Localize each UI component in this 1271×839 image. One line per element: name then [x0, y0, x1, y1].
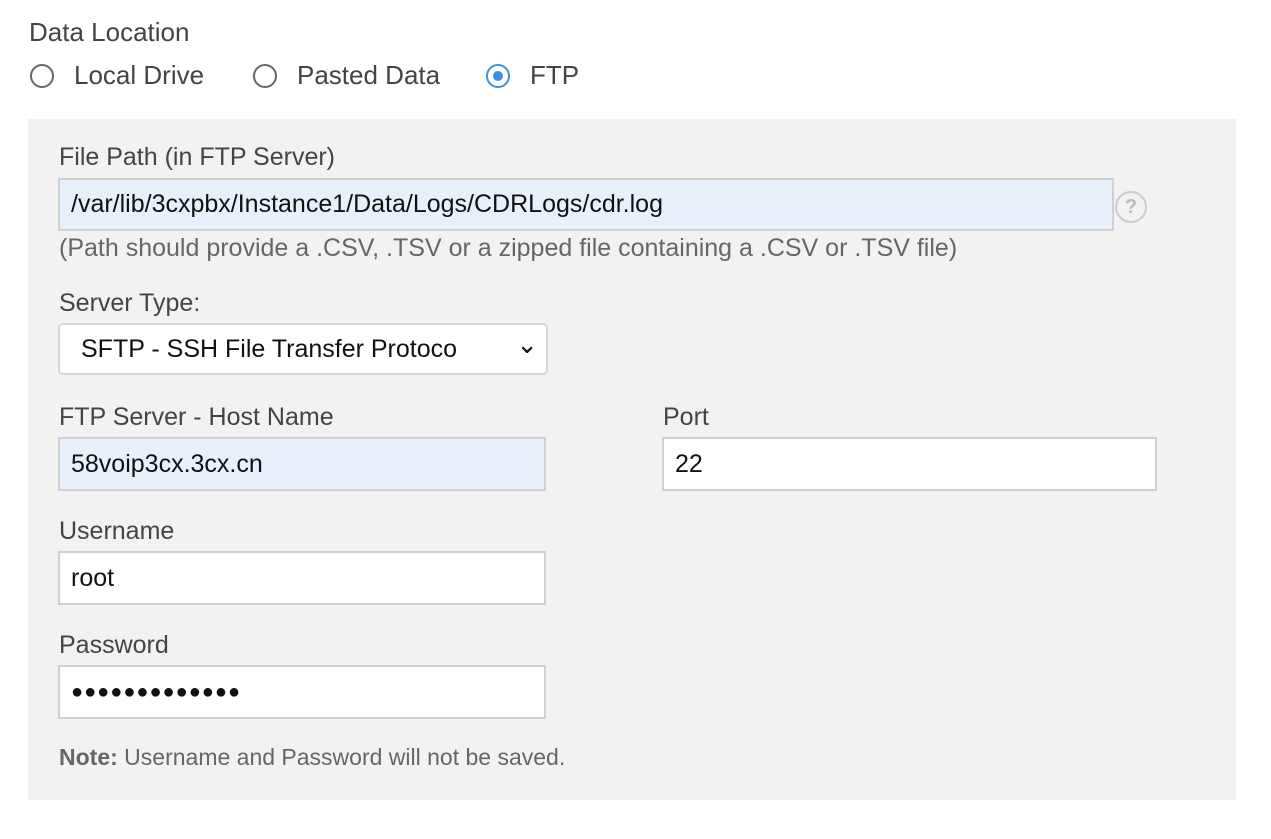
radio-label: Local Drive — [74, 60, 205, 90]
radio-ftp[interactable]: FTP — [486, 60, 579, 91]
password-label: Password — [59, 631, 169, 659]
port-label: Port — [663, 403, 709, 431]
server-type-label: Server Type: — [59, 289, 201, 317]
password-input[interactable]: ●●●●●●●●●●●●● — [58, 665, 546, 719]
port-input[interactable]: 22 — [662, 437, 1157, 491]
host-input[interactable]: 58voip3cx.3cx.cn — [58, 437, 546, 491]
server-type-select[interactable]: SFTP - SSH File Transfer Protoco ⌄ — [58, 323, 548, 375]
note-bold: Note: — [59, 744, 118, 770]
note: Note: Username and Password will not be … — [59, 744, 565, 771]
username-label: Username — [59, 517, 175, 545]
radio-icon[interactable] — [253, 63, 277, 88]
file-path-input[interactable]: /var/lib/3cxpbx/Instance1/Data/Logs/CDRL… — [58, 178, 1114, 231]
radio-selected-icon[interactable] — [486, 63, 510, 88]
radio-pasted-data[interactable]: Pasted Data — [253, 60, 440, 91]
host-label: FTP Server - Host Name — [59, 403, 334, 431]
file-path-hint: (Path should provide a .CSV, .TSV or a z… — [59, 234, 958, 262]
radio-local-drive[interactable]: Local Drive — [30, 60, 204, 91]
username-input[interactable]: root — [58, 551, 546, 605]
data-location-label: Data Location — [29, 17, 190, 47]
radio-icon[interactable] — [30, 63, 54, 88]
radio-label: FTP — [530, 60, 580, 90]
help-icon[interactable]: ? — [1115, 191, 1147, 223]
file-path-label: File Path (in FTP Server) — [59, 143, 336, 171]
chevron-down-icon: ⌄ — [516, 329, 538, 359]
radio-label: Pasted Data — [297, 60, 441, 90]
server-type-value: SFTP - SSH File Transfer Protoco — [81, 334, 458, 363]
note-text: Username and Password will not be saved. — [117, 744, 566, 770]
